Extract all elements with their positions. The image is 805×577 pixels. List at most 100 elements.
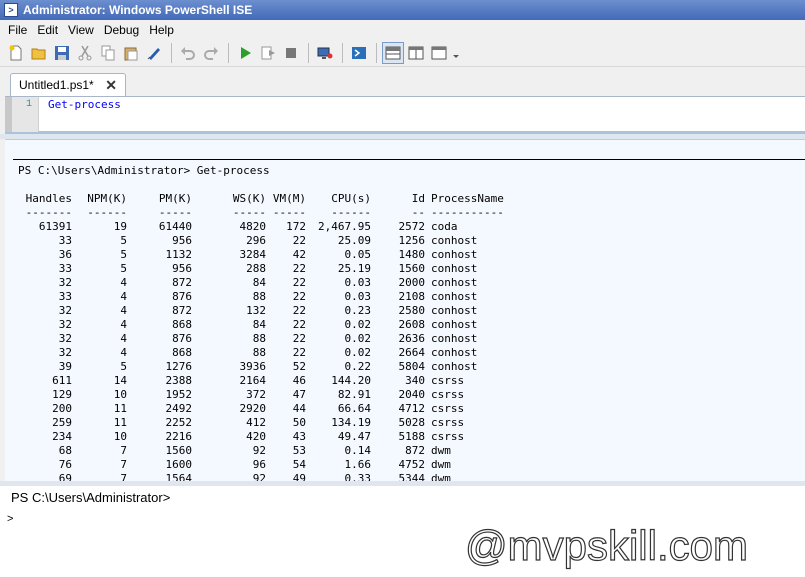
table-cell: dwm xyxy=(431,472,451,481)
table-row: 200 11 2492 2920 44 66.64 4712 csrss xyxy=(18,402,525,416)
table-cell: 32 xyxy=(58,276,72,289)
table-cell: 52 xyxy=(292,360,306,373)
menu-help[interactable]: Help xyxy=(144,23,179,37)
table-cell: 868 xyxy=(172,318,192,331)
copy-icon[interactable] xyxy=(97,42,119,64)
menu-debug[interactable]: Debug xyxy=(99,23,144,37)
table-cell: 43 xyxy=(292,430,306,443)
table-cell: 134.19 xyxy=(331,416,371,429)
open-icon[interactable] xyxy=(28,42,50,64)
table-cell: 50 xyxy=(292,416,306,429)
table-cell: 4 xyxy=(120,332,127,345)
toolbar-separator xyxy=(171,42,172,63)
table-cell: csrss xyxy=(431,430,465,443)
table-cell: 2580 xyxy=(398,304,426,317)
paste-icon[interactable] xyxy=(120,42,142,64)
table-cell: 129 xyxy=(52,388,72,401)
table-cell: 39 xyxy=(58,360,72,373)
console-prompt: PS C:\Users\Administrator> xyxy=(11,490,171,505)
line-number-gutter: 1 xyxy=(5,97,39,132)
table-cell: 0.02 xyxy=(344,318,372,331)
close-icon[interactable]: ✕ xyxy=(105,77,117,94)
table-cell: 2664 xyxy=(398,346,426,359)
layout-top-icon[interactable] xyxy=(382,41,404,64)
table-cell: 4 xyxy=(120,318,127,331)
table-cell: 4 xyxy=(120,276,127,289)
table-cell: 2252 xyxy=(165,416,193,429)
table-cell: 11 xyxy=(113,402,127,415)
table-cell: 25.09 xyxy=(337,234,371,247)
table-cell: 44 xyxy=(292,402,306,415)
table-row: 68 7 1560 92 53 0.14 872 dwm xyxy=(18,444,525,458)
undo-icon[interactable] xyxy=(177,42,199,64)
toolbar-separator xyxy=(308,42,309,63)
table-cell: ------ xyxy=(331,206,371,219)
table-cell: 340 xyxy=(405,374,425,387)
toolbar-separator xyxy=(228,42,229,63)
table-cell: conhost xyxy=(431,332,478,345)
output-command-echo: PS C:\Users\Administrator> Get-process xyxy=(18,164,270,177)
table-cell: 872 xyxy=(172,304,192,317)
tab-untitled1[interactable]: Untitled1.ps1* ✕ xyxy=(10,73,126,96)
table-cell: 22 xyxy=(292,318,306,331)
menu-view[interactable]: View xyxy=(63,23,99,37)
table-cell: VM(M) xyxy=(272,192,306,205)
table-cell: 4 xyxy=(120,346,127,359)
table-cell: 22 xyxy=(292,332,306,345)
table-cell: WS(K) xyxy=(232,192,266,205)
redo-icon[interactable] xyxy=(200,42,222,64)
powershell-icon[interactable] xyxy=(348,42,370,64)
table-cell: 5188 xyxy=(398,430,426,443)
table-cell: 22 xyxy=(292,346,306,359)
table-cell: ----- xyxy=(158,206,192,219)
code-line[interactable]: Get-process xyxy=(48,98,121,111)
table-cell: 0.03 xyxy=(344,290,372,303)
table-cell: 868 xyxy=(172,346,192,359)
cut-icon[interactable] xyxy=(74,42,96,64)
layout-side-icon[interactable] xyxy=(405,42,427,64)
table-row: 33 5 956 296 22 25.09 1256 conhost xyxy=(18,234,525,248)
table-cell: 22 xyxy=(292,276,306,289)
toolbar-overflow-icon[interactable] xyxy=(451,42,461,64)
run-selection-icon[interactable] xyxy=(143,42,165,64)
save-icon[interactable] xyxy=(51,42,73,64)
table-cell: 54 xyxy=(292,458,306,471)
menu-file[interactable]: File xyxy=(3,23,32,37)
table-cell: 53 xyxy=(292,444,306,457)
table-row: 611 14 2388 2164 46 144.20 340 csrss xyxy=(18,374,525,388)
run-step-icon[interactable] xyxy=(257,42,279,64)
table-row: 32 4 872 84 22 0.03 2000 conhost xyxy=(18,276,525,290)
table-cell: 88 xyxy=(252,332,266,345)
table-cell: 5 xyxy=(120,360,127,373)
table-cell: 10 xyxy=(113,430,127,443)
table-cell: 1600 xyxy=(165,458,193,471)
command-pane[interactable]: PS C:\Users\Administrator> > @mvpskill.c… xyxy=(0,486,805,577)
table-cell: 96 xyxy=(252,458,266,471)
table-cell: 33 xyxy=(58,262,72,275)
table-row: 36 5 1132 3284 42 0.05 1480 conhost xyxy=(18,248,525,262)
table-cell: 11 xyxy=(113,416,127,429)
table-cell: 14 xyxy=(113,374,127,387)
table-cell: 172 xyxy=(286,220,306,233)
new-icon[interactable] xyxy=(5,42,27,64)
table-cell: 92 xyxy=(252,444,266,457)
layout-max-icon[interactable] xyxy=(428,42,450,64)
table-cell: 88 xyxy=(252,346,266,359)
menu-edit[interactable]: Edit xyxy=(32,23,63,37)
table-cell: 2608 xyxy=(398,318,426,331)
remote-icon[interactable] xyxy=(314,42,336,64)
table-cell: 132 xyxy=(246,304,266,317)
table-cell: 32 xyxy=(58,332,72,345)
table-cell: csrss xyxy=(431,374,465,387)
table-cell: Handles xyxy=(25,192,72,205)
table-cell: ----- xyxy=(232,206,266,219)
table-row: 61391 19 61440 4820 172 2,467.95 2572 coda xyxy=(18,220,525,234)
table-cell: 7 xyxy=(120,444,127,457)
toolbar-separator xyxy=(342,42,343,63)
table-cell: ------- xyxy=(25,206,72,219)
run-icon[interactable] xyxy=(234,42,256,64)
script-editor[interactable]: 1 Get-process xyxy=(5,96,805,134)
output-divider-line xyxy=(13,159,805,160)
stop-icon[interactable] xyxy=(280,42,302,64)
table-row: 39 5 1276 3936 52 0.22 5804 conhost xyxy=(18,360,525,374)
